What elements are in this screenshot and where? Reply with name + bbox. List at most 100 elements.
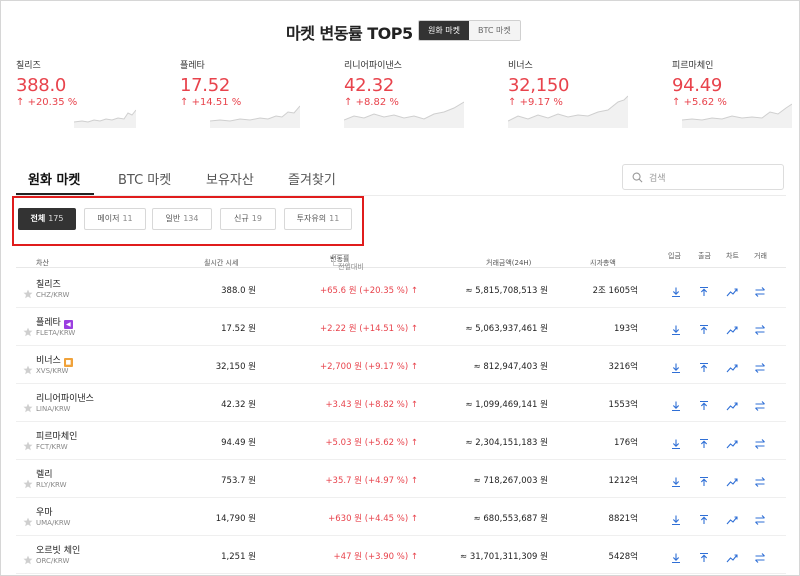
- deposit-icon[interactable]: [670, 435, 682, 450]
- deposit-icon[interactable]: [670, 397, 682, 412]
- chart-icon[interactable]: [726, 435, 738, 449]
- search-input[interactable]: 검색: [622, 164, 784, 190]
- market-cap: 193억: [613, 324, 638, 334]
- trade-volume: ≈ 812,947,403 원: [473, 362, 548, 372]
- top5-card-lina[interactable]: 리니어파이낸스 42.32 ↑ +8.82 %: [344, 58, 464, 136]
- tab-favorites[interactable]: 즐겨찾기: [288, 169, 336, 188]
- top5-card-price: 94.49: [672, 75, 723, 96]
- chart-icon[interactable]: [726, 359, 738, 373]
- withdraw-icon[interactable]: [698, 435, 710, 448]
- trade-volume: ≈ 5,063,937,461 원: [465, 324, 548, 334]
- top5-card-name: 피르마체인: [672, 61, 714, 71]
- current-price: 42.32 원: [221, 400, 256, 410]
- deposit-icon[interactable]: [670, 473, 682, 488]
- trade-volume: ≈ 1,099,469,141 원: [465, 400, 548, 410]
- top5-card-fleta[interactable]: 플레타 17.52 ↑ +14.51 %: [180, 58, 300, 136]
- col-withdraw: 출금: [698, 252, 711, 260]
- toggle-krw-market[interactable]: 원화 마켓: [419, 21, 469, 40]
- favorite-star-icon[interactable]: [23, 436, 33, 451]
- favorite-star-icon[interactable]: [23, 512, 33, 527]
- filter-general[interactable]: 일반 134: [152, 208, 212, 230]
- favorite-star-icon[interactable]: [23, 398, 33, 413]
- filter-all[interactable]: 전체 175: [18, 208, 76, 230]
- favorite-star-icon[interactable]: [23, 474, 33, 489]
- price-change: +47 원 (+3.90 %) ↑: [333, 552, 418, 562]
- tab-krw-market[interactable]: 원화 마켓: [28, 169, 80, 188]
- filter-new[interactable]: 신규 19: [220, 208, 276, 230]
- trade-volume: ≈ 2,304,151,183 원: [465, 438, 548, 448]
- asset-name[interactable]: 플레타 ◀: [36, 315, 73, 329]
- table-row[interactable]: 우마 UMA/KRW 14,790 원 +630 원 (+4.45 %) ↑ ≈ 680…: [16, 498, 786, 536]
- search-placeholder: 검색: [649, 174, 666, 184]
- asset-name[interactable]: 우마: [36, 505, 53, 518]
- table-row[interactable]: 피르마체인 FCT/KRW 94.49 원 +5.03 원 (+5.62 %) ↑ ≈ …: [16, 422, 786, 460]
- withdraw-icon[interactable]: [698, 511, 710, 524]
- top5-card-price: 388.0: [16, 75, 67, 96]
- chart-icon[interactable]: [726, 283, 738, 297]
- sparkline: [682, 103, 792, 128]
- current-price: 32,150 원: [215, 362, 256, 372]
- filter-major[interactable]: 메이저 11: [84, 208, 146, 230]
- trade-volume: ≈ 680,553,687 원: [473, 514, 548, 524]
- top5-card-price: 42.32: [344, 75, 395, 96]
- deposit-icon[interactable]: [670, 321, 682, 336]
- trade-icon[interactable]: [754, 549, 766, 563]
- market-cap: 1212억: [608, 476, 638, 486]
- deposit-icon[interactable]: [670, 549, 682, 564]
- top5-card-xvs[interactable]: 비너스 32,150 ↑ +9.17 %: [508, 58, 628, 136]
- trade-icon[interactable]: [754, 359, 766, 373]
- chart-icon[interactable]: [726, 549, 738, 563]
- withdraw-icon[interactable]: [698, 359, 710, 372]
- asset-name[interactable]: 칠리즈: [36, 277, 61, 290]
- top5-card-name: 칠리즈: [16, 61, 41, 71]
- toggle-btc-market[interactable]: BTC 마켓: [468, 21, 520, 40]
- deposit-icon[interactable]: [670, 283, 682, 298]
- table-row[interactable]: 리니어파이낸스 LINA/KRW 42.32 원 +3.43 원 (+8.82 %) …: [16, 384, 786, 422]
- chart-icon[interactable]: [726, 511, 738, 525]
- trade-icon[interactable]: [754, 283, 766, 297]
- withdraw-icon[interactable]: [698, 397, 710, 410]
- trade-icon[interactable]: [754, 321, 766, 335]
- trade-icon[interactable]: [754, 397, 766, 411]
- top5-card-chz[interactable]: 칠리즈 388.0 ↑ +20.35 %: [16, 58, 136, 136]
- asset-name[interactable]: 피르마체인: [36, 429, 77, 442]
- deposit-icon[interactable]: [670, 359, 682, 374]
- market-cap: 176억: [613, 438, 638, 448]
- table-row[interactable]: 플레타 ◀ FLETA/KRW 17.52 원 +2.22 원 (+14.51 %) ↑…: [16, 308, 786, 346]
- table-row[interactable]: 렐리 RLY/KRW 753.7 원 +35.7 원 (+4.97 %) ↑ ≈ 718…: [16, 460, 786, 498]
- favorite-star-icon[interactable]: [23, 284, 33, 299]
- withdraw-icon[interactable]: [698, 473, 710, 486]
- top5-card-name: 리니어파이낸스: [344, 61, 402, 71]
- deposit-icon[interactable]: [670, 511, 682, 526]
- table-row[interactable]: 비너스 ■ XVS/KRW 32,150 원 +2,700 원 (+9.17 %) ↑ ≈…: [16, 346, 786, 384]
- tab-btc-market[interactable]: BTC 마켓: [118, 169, 171, 188]
- trade-icon[interactable]: [754, 435, 766, 449]
- withdraw-icon[interactable]: [698, 321, 710, 334]
- asset-name[interactable]: 비너스 ■: [36, 353, 73, 367]
- withdraw-icon[interactable]: [698, 549, 710, 562]
- favorite-star-icon[interactable]: [23, 360, 33, 375]
- favorite-star-icon[interactable]: [23, 322, 33, 337]
- col-trade: 거래: [754, 252, 767, 260]
- change-period-select[interactable]: 전일대비 ⌄: [333, 254, 364, 271]
- market-cap: 3216억: [608, 362, 638, 372]
- chart-icon[interactable]: [726, 321, 738, 335]
- asset-name[interactable]: 렐리: [36, 467, 53, 480]
- top5-card-fct[interactable]: 피르마체인 94.49 ↑ +5.62 %: [672, 58, 792, 136]
- filter-caution[interactable]: 투자유의 11: [284, 208, 352, 230]
- market-cap: 8821억: [608, 514, 638, 524]
- table-row[interactable]: 칠리즈 CHZ/KRW 388.0 원 +65.6 원 (+20.35 %) ↑ ≈ 5…: [16, 270, 786, 308]
- asset-name[interactable]: 리니어파이낸스: [36, 391, 94, 404]
- asset-name[interactable]: 오르빗 체인: [36, 543, 80, 556]
- favorite-star-icon[interactable]: [23, 550, 33, 565]
- active-tab-underline: [16, 193, 94, 195]
- trade-volume: ≈ 718,267,003 원: [473, 476, 548, 486]
- withdraw-icon[interactable]: [698, 283, 710, 296]
- table-row[interactable]: 오르빗 체인 ORC/KRW 1,251 원 +47 원 (+3.90 %) ↑ ≈ 3…: [16, 536, 786, 574]
- price-change: +630 원 (+4.45 %) ↑: [328, 514, 418, 524]
- tab-holdings[interactable]: 보유자산: [206, 169, 254, 188]
- trade-icon[interactable]: [754, 511, 766, 525]
- chart-icon[interactable]: [726, 397, 738, 411]
- trade-icon[interactable]: [754, 473, 766, 487]
- chart-icon[interactable]: [726, 473, 738, 487]
